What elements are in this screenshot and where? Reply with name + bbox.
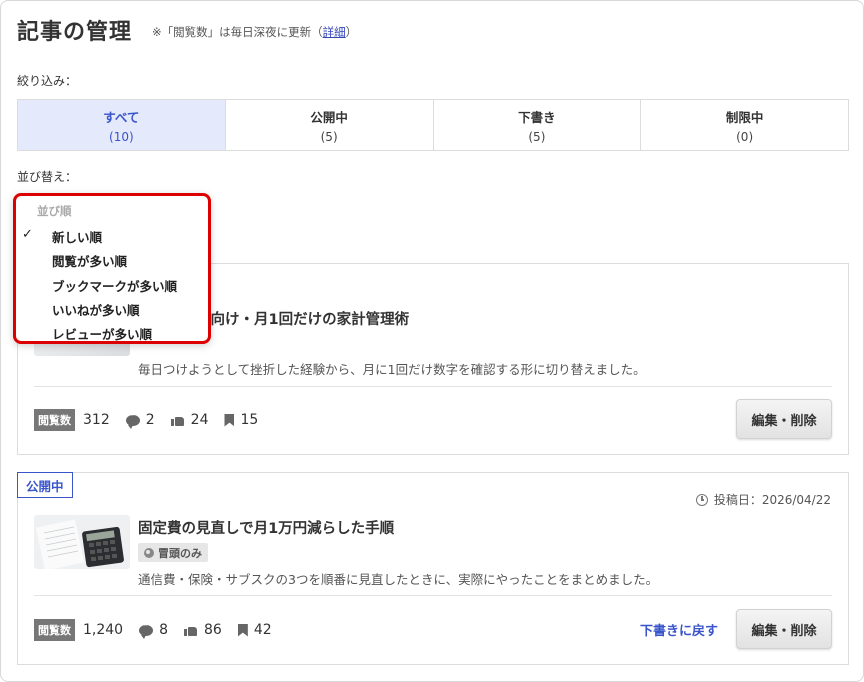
like-count: 24	[190, 412, 209, 428]
card-divider	[34, 386, 832, 387]
checkmark-icon: ✓	[22, 227, 33, 242]
calculator-image	[34, 515, 130, 569]
globe-icon	[144, 547, 154, 558]
article-excerpt: 毎日つけようとして挫折した経験から、月に1回だけ数字を確認する形に切り替えました…	[138, 362, 646, 377]
sort-option-most-bookmarks[interactable]: ブックマークが多い順	[52, 276, 177, 295]
filter-label: 絞り込み：	[17, 74, 78, 88]
comment-icon	[125, 411, 140, 429]
sort-dropdown-header: 並び順	[37, 204, 72, 218]
scope-badge-label: 冒頭のみ	[158, 546, 202, 560]
bookmark-count: 15	[240, 412, 259, 428]
filter-tab-count: (0)	[736, 129, 754, 144]
bookmark-count: 42	[253, 622, 272, 638]
sort-option-newest[interactable]: 新しい順	[52, 227, 102, 246]
comment-count: 2	[145, 412, 155, 428]
like-count: 86	[204, 622, 222, 638]
article-stats: 閲覧数 1,240 8 86 42	[34, 619, 288, 641]
status-badge: 公開中	[17, 472, 73, 498]
filter-tab-label: 制限中	[725, 109, 764, 125]
post-date-text: 投稿日：2026/04/22	[713, 493, 831, 507]
filter-tab-count: (10)	[109, 129, 134, 144]
revert-to-draft-link[interactable]: 下書きに戻す	[640, 620, 718, 639]
article-card: 公開中 投稿日：2026/04/22 固定費の見直しで月1万円減らした手順 冒頭…	[17, 472, 849, 665]
sort-label: 並び替え：	[17, 170, 78, 184]
update-note: ※「閲覧数」は毎日深夜に更新（詳細）	[152, 24, 357, 40]
article-stats: 閲覧数 312 2 24 15	[34, 409, 274, 431]
card-divider	[34, 595, 832, 596]
comment-count: 8	[159, 622, 169, 638]
sort-dropdown[interactable]: 並び順 ✓ 新しい順 閲覧が多い順 ブックマークが多い順 いいねが多い順 レビュ…	[13, 193, 211, 344]
comment-icon	[139, 621, 154, 639]
filter-tab-count: (5)	[528, 129, 546, 144]
like-icon	[170, 414, 185, 426]
filter-tab-label: 下書き	[518, 109, 556, 125]
filter-tab-label: すべて	[103, 109, 140, 125]
details-link[interactable]: 詳細	[323, 25, 346, 39]
edit-delete-button[interactable]: 編集・削除	[736, 609, 832, 649]
clock-icon	[695, 493, 708, 506]
filter-tab-draft[interactable]: 下書き (5)	[434, 100, 642, 150]
article-thumbnail[interactable]	[34, 515, 130, 569]
sort-option-most-reviews[interactable]: レビューが多い順	[52, 324, 152, 343]
views-count: 1,240	[83, 622, 124, 638]
article-excerpt: 通信費・保険・サブスクの3つを順番に見直したときに、実際にやったことをまとめまし…	[138, 572, 659, 587]
filter-tab-published[interactable]: 公開中 (5)	[226, 100, 434, 150]
sort-option-most-likes[interactable]: いいねが多い順	[52, 300, 140, 319]
edit-delete-button[interactable]: 編集・削除	[736, 399, 832, 439]
scope-badge: 冒頭のみ	[138, 543, 208, 562]
like-icon	[184, 624, 198, 636]
post-date: 投稿日：2026/04/22	[695, 491, 831, 508]
filter-tab-label: 公開中	[310, 109, 348, 125]
filter-tabs: すべて (10) 公開中 (5) 下書き (5) 制限中 (0)	[17, 99, 849, 151]
page-title: 記事の管理	[17, 20, 133, 45]
sort-option-most-views[interactable]: 閲覧が多い順	[52, 251, 127, 270]
update-note-prefix: ※「閲覧数」は毎日深夜に更新（	[152, 25, 323, 39]
article-title[interactable]: 固定費の見直しで月1万円減らした手順	[138, 517, 394, 538]
bookmark-icon	[224, 413, 235, 427]
filter-tab-restricted[interactable]: 制限中 (0)	[641, 100, 848, 150]
views-badge: 閲覧数	[34, 619, 75, 641]
filter-tab-all[interactable]: すべて (10)	[18, 100, 226, 150]
views-count: 312	[83, 412, 110, 428]
views-badge: 閲覧数	[34, 409, 75, 431]
filter-tab-count: (5)	[320, 129, 338, 144]
update-note-suffix: ）	[345, 25, 358, 39]
bookmark-icon	[237, 623, 248, 637]
